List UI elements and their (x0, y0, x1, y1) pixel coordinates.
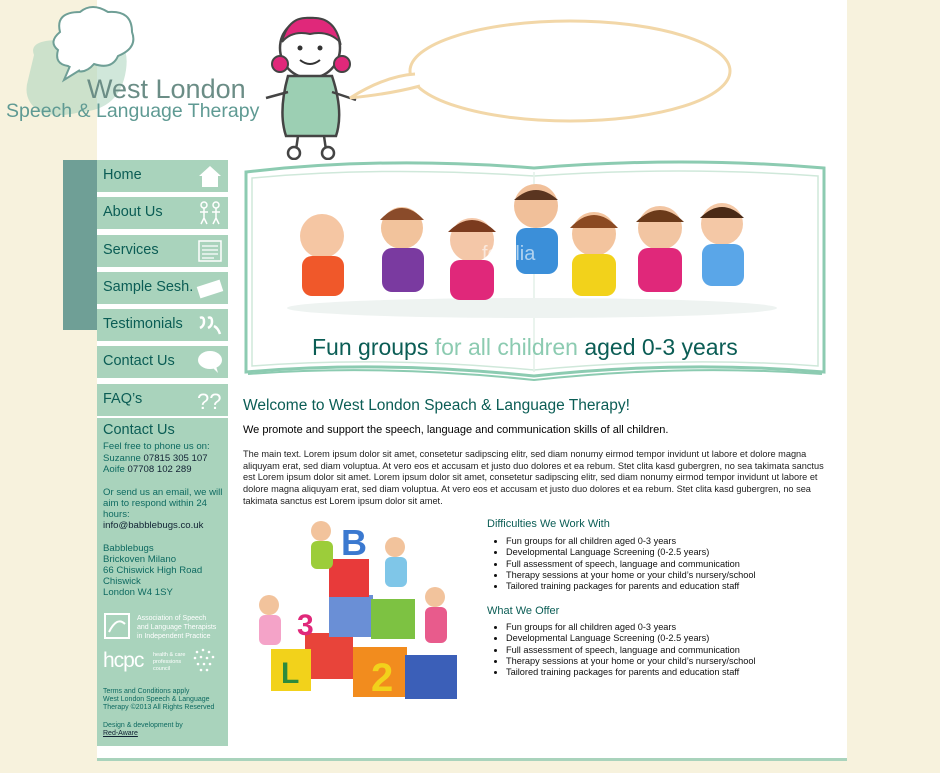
header-speech-bubble (349, 19, 732, 123)
list-item: Tailored training packages for parents a… (506, 667, 756, 678)
ticket-icon (196, 279, 224, 299)
nav-item-testimonials[interactable]: Testimonials (97, 309, 228, 344)
caption-part-3: aged 0-3 years (577, 334, 738, 360)
list-item: Therapy sessions at your home or your ch… (506, 656, 756, 667)
nav-item-sample-sesh[interactable]: Sample Sesh. (97, 271, 228, 306)
nav-label: FAQ’s (103, 390, 143, 407)
list-item: Full assessment of speech, language and … (506, 559, 756, 570)
contact-email-intro-1: Or send us an email, we will (103, 487, 223, 498)
contact-email-link[interactable]: info@babblebugs.co.uk (103, 520, 203, 532)
svg-text:??: ?? (197, 389, 221, 413)
nav-label: Home (103, 167, 142, 183)
contact-email-intro-2: aim to respond within 24 (103, 498, 207, 509)
contact-title: Contact Us (103, 422, 175, 438)
nav-label: Contact Us (103, 353, 175, 370)
caption-part-2: for all children (434, 334, 578, 360)
hcpc-logo: hcpc (103, 649, 144, 672)
logo-subtitle: Speech & Language Therapy (6, 100, 260, 122)
document-icon (198, 239, 222, 262)
copyright-line-2: Therapy ©2013 All Rights Reserved (103, 704, 215, 711)
difficulties-heading: Difficulties We Work With (487, 518, 610, 530)
nav-accent-band (63, 160, 97, 330)
registered-dots-icon (193, 648, 215, 672)
nav-item-home[interactable]: Home (97, 160, 228, 194)
list-item: Tailored training packages for parents a… (506, 581, 756, 592)
body-paragraph: The main text. Lorem ipsum dolor sit ame… (243, 449, 824, 506)
hcpc-small-3: council (153, 666, 171, 672)
list-item: Therapy sessions at your home or your ch… (506, 570, 756, 581)
phone-number[interactable]: 07815 305 107 (144, 453, 208, 464)
hero-caption: Fun groups for all children aged 0-3 yea… (312, 334, 738, 361)
nav-item-services[interactable]: Services (97, 234, 228, 269)
footer-divider (97, 758, 847, 761)
people-icon (200, 201, 220, 225)
hcpc-small-2: professions (153, 659, 182, 665)
list-item: Developmental Language Screening (0-2.5 … (506, 633, 756, 644)
contact-phone-2: Aoife 07708 102 289 (103, 464, 192, 476)
block-letter: B (341, 522, 367, 563)
list-item: Developmental Language Screening (0-2.5 … (506, 547, 756, 558)
intro-text: We promote and support the speech, langu… (243, 424, 669, 436)
main-navigation: Home About Us Services Sample Sesh. Test… (97, 160, 228, 421)
address-line: London W4 1SY (103, 587, 173, 598)
difficulties-list: Fun groups for all children aged 0-3 yea… (490, 536, 756, 592)
list-item: Fun groups for all children aged 0-3 yea… (506, 622, 756, 633)
contact-phone-1: Suzanne 07815 305 107 (103, 453, 208, 465)
sidebar-contact-panel: Contact Us Feel free to phone us on: Suz… (97, 418, 228, 746)
home-icon (199, 166, 221, 187)
phone-number[interactable]: 07708 102 289 (128, 464, 192, 475)
quote-icon (199, 316, 222, 335)
address-line: Chiswick (103, 576, 141, 587)
association-text-3: in Independent Practice (137, 633, 211, 640)
phone-name: Suzanne (103, 453, 141, 464)
association-text-1: Association of Speech (137, 615, 207, 622)
contact-email-intro-3: hours: (103, 509, 130, 520)
address-line: Babblebugs (103, 543, 154, 554)
speech-bubble-icon (198, 351, 222, 374)
nav-label: Services (103, 241, 159, 258)
phone-name: Aoife (103, 464, 125, 475)
list-item: Full assessment of speech, language and … (506, 645, 756, 656)
site-logo[interactable]: West London Speech & Language Therapy (0, 0, 260, 150)
address-line: 66 Chiswick High Road (103, 565, 203, 576)
nav-label: About Us (103, 204, 163, 221)
nav-label: Testimonials (103, 316, 183, 333)
caption-part-1: Fun groups (312, 334, 435, 360)
block-letter: 2 (371, 656, 393, 700)
nav-label: Sample Sesh. (103, 278, 194, 295)
hero-watermark: fotolia (482, 243, 536, 265)
welcome-heading: Welcome to West London Speach & Language… (243, 397, 630, 414)
children-blocks-photo: B 3 L 2 (259, 521, 457, 700)
nav-item-about-us[interactable]: About Us (97, 197, 228, 232)
block-letter: 3 (297, 609, 314, 642)
list-item: Fun groups for all children aged 0-3 yea… (506, 536, 756, 547)
association-logo-icon (104, 613, 130, 639)
association-text-2: and Language Therapists (137, 624, 217, 631)
nav-item-contact-us[interactable]: Contact Us (97, 346, 228, 381)
question-marks-icon: ?? (197, 389, 221, 413)
hcpc-small-1: health & care (153, 652, 186, 658)
address-line: Brickoven Milano (103, 554, 177, 565)
nav-item-faqs[interactable]: FAQ’s ?? (97, 383, 228, 418)
offer-list: Fun groups for all children aged 0-3 yea… (490, 622, 756, 678)
offer-heading: What We Offer (487, 605, 560, 617)
contact-phone-intro: Feel free to phone us on: (103, 441, 210, 452)
block-letter: L (281, 657, 299, 690)
designer-link[interactable]: Red-Aware (103, 730, 138, 739)
